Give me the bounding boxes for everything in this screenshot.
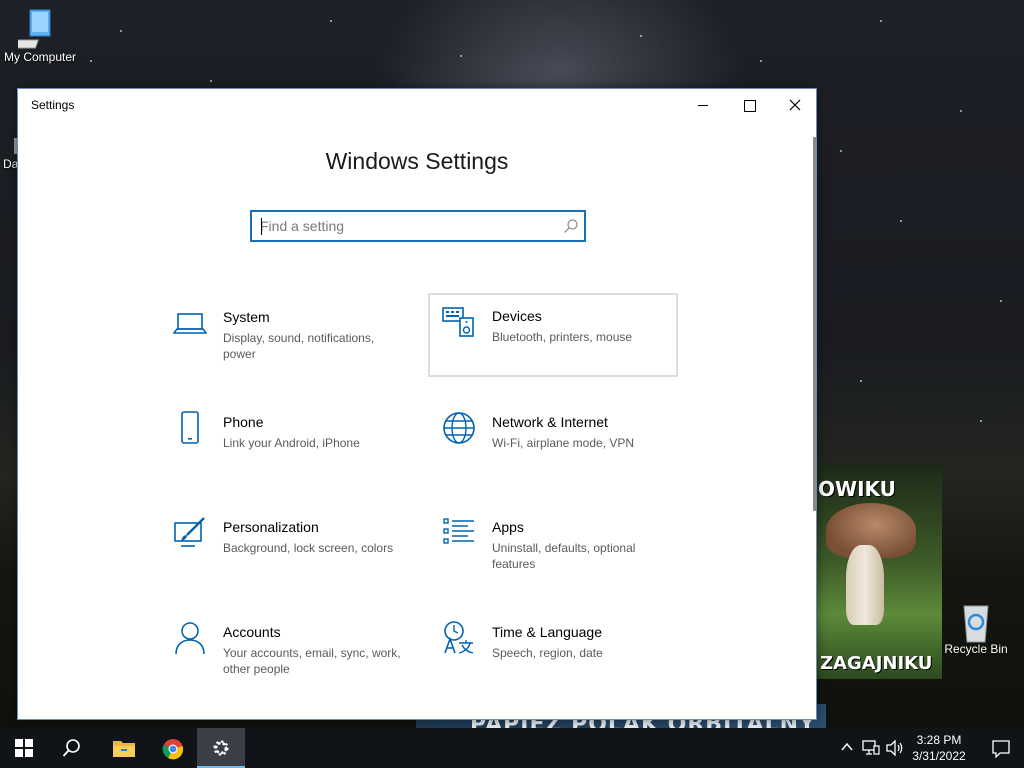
- globe-icon: [443, 412, 475, 444]
- category-apps[interactable]: Apps Uninstall, defaults, optional featu…: [428, 504, 678, 588]
- close-icon: [789, 99, 801, 111]
- volume-tray-button[interactable]: [884, 728, 906, 768]
- recycle-bin-icon: [954, 600, 998, 643]
- scrollbar[interactable]: [813, 137, 816, 511]
- category-name: Network & Internet: [492, 414, 608, 430]
- minimize-button[interactable]: [680, 89, 726, 121]
- chrome-icon: [162, 739, 184, 760]
- window-title: Settings: [31, 98, 75, 112]
- search-icon[interactable]: [563, 218, 579, 234]
- poster-mushroom-stem: [846, 545, 884, 625]
- paintbrush-icon: [174, 517, 205, 547]
- notification-icon: [992, 740, 1010, 758]
- category-name: System: [223, 309, 270, 325]
- network-tray-button[interactable]: [860, 728, 882, 768]
- taskbar-file-explorer[interactable]: [98, 728, 146, 768]
- poster-top-text: OWIKU: [818, 477, 896, 501]
- search-icon: [62, 739, 80, 757]
- taskbar-settings[interactable]: [197, 728, 245, 768]
- gear-icon: [213, 740, 229, 756]
- settings-window: Settings Windows Settings System Display…: [17, 88, 817, 720]
- system-clock[interactable]: 3:28 PM 3/31/2022: [906, 732, 972, 764]
- devices-icon: [442, 307, 474, 337]
- taskbar: 3:28 PM 3/31/2022: [0, 728, 1024, 768]
- category-phone[interactable]: Phone Link your Android, iPhone: [159, 399, 409, 483]
- category-description: Link your Android, iPhone: [223, 436, 360, 450]
- category-name: Accounts: [223, 624, 281, 640]
- category-network-internet[interactable]: Network & Internet Wi-Fi, airplane mode,…: [428, 399, 678, 483]
- category-devices[interactable]: Devices Bluetooth, printers, mouse: [428, 293, 678, 377]
- category-description: Speech, region, date: [492, 646, 603, 660]
- start-button[interactable]: [0, 728, 48, 768]
- desktop-icon-label: My Computer: [3, 50, 77, 64]
- category-description: Bluetooth, printers, mouse: [492, 330, 633, 344]
- desktop-icon-label: Recycle Bin: [944, 642, 1008, 656]
- network-icon: [862, 740, 880, 755]
- action-center-button[interactable]: [980, 728, 1024, 768]
- category-name: Phone: [223, 414, 264, 430]
- windows-logo-icon: [15, 739, 33, 757]
- desktop-icon-my-computer[interactable]: My Computer: [0, 8, 80, 64]
- folder-icon: [113, 741, 135, 757]
- computer-icon: [8, 8, 62, 49]
- phone-icon: [181, 411, 199, 444]
- category-system[interactable]: System Display, sound, notifications, po…: [159, 294, 409, 378]
- category-name: Apps: [492, 519, 524, 535]
- speaker-icon: [886, 740, 903, 756]
- category-description: Your accounts, email, sync, work, other …: [223, 646, 401, 676]
- chevron-up-icon: [841, 742, 853, 751]
- laptop-icon: [173, 313, 207, 334]
- text-caret: [261, 218, 262, 235]
- category-description: Uninstall, defaults, optional features: [492, 541, 636, 571]
- category-description: Display, sound, notifications, power: [223, 331, 375, 361]
- person-icon: [175, 622, 205, 655]
- poster-bottom-text: ZAGAJNIKU: [820, 653, 933, 674]
- time-language-icon: [444, 621, 474, 654]
- category-time-language[interactable]: Time & Language Speech, region, date: [428, 609, 678, 693]
- category-name: Devices: [492, 308, 542, 324]
- category-accounts[interactable]: Accounts Your accounts, email, sync, wor…: [159, 609, 409, 693]
- apps-list-icon: [443, 518, 474, 544]
- taskbar-search-button[interactable]: [48, 728, 96, 768]
- taskbar-chrome[interactable]: [148, 728, 196, 768]
- desktop-poster: OWIKU ZAGAJNIKU: [816, 465, 942, 679]
- title-bar[interactable]: Settings: [18, 89, 816, 121]
- category-description: Wi-Fi, airplane mode, VPN: [492, 436, 635, 450]
- category-description: Background, lock screen, colors: [223, 541, 394, 555]
- category-name: Time & Language: [492, 624, 602, 640]
- show-hidden-icons-button[interactable]: [836, 728, 856, 768]
- search-input[interactable]: [260, 216, 550, 236]
- clock-date: 3/31/2022: [912, 749, 966, 763]
- category-name: Personalization: [223, 519, 319, 535]
- desktop-icon-recycle-bin[interactable]: Recycle Bin: [936, 600, 1016, 656]
- clock-time: 3:28 PM: [916, 733, 962, 747]
- category-personalization[interactable]: Personalization Background, lock screen,…: [159, 504, 409, 588]
- search-box[interactable]: [250, 210, 586, 242]
- close-button[interactable]: [772, 89, 818, 121]
- maximize-button[interactable]: [726, 89, 772, 121]
- page-title: Windows Settings: [325, 148, 509, 174]
